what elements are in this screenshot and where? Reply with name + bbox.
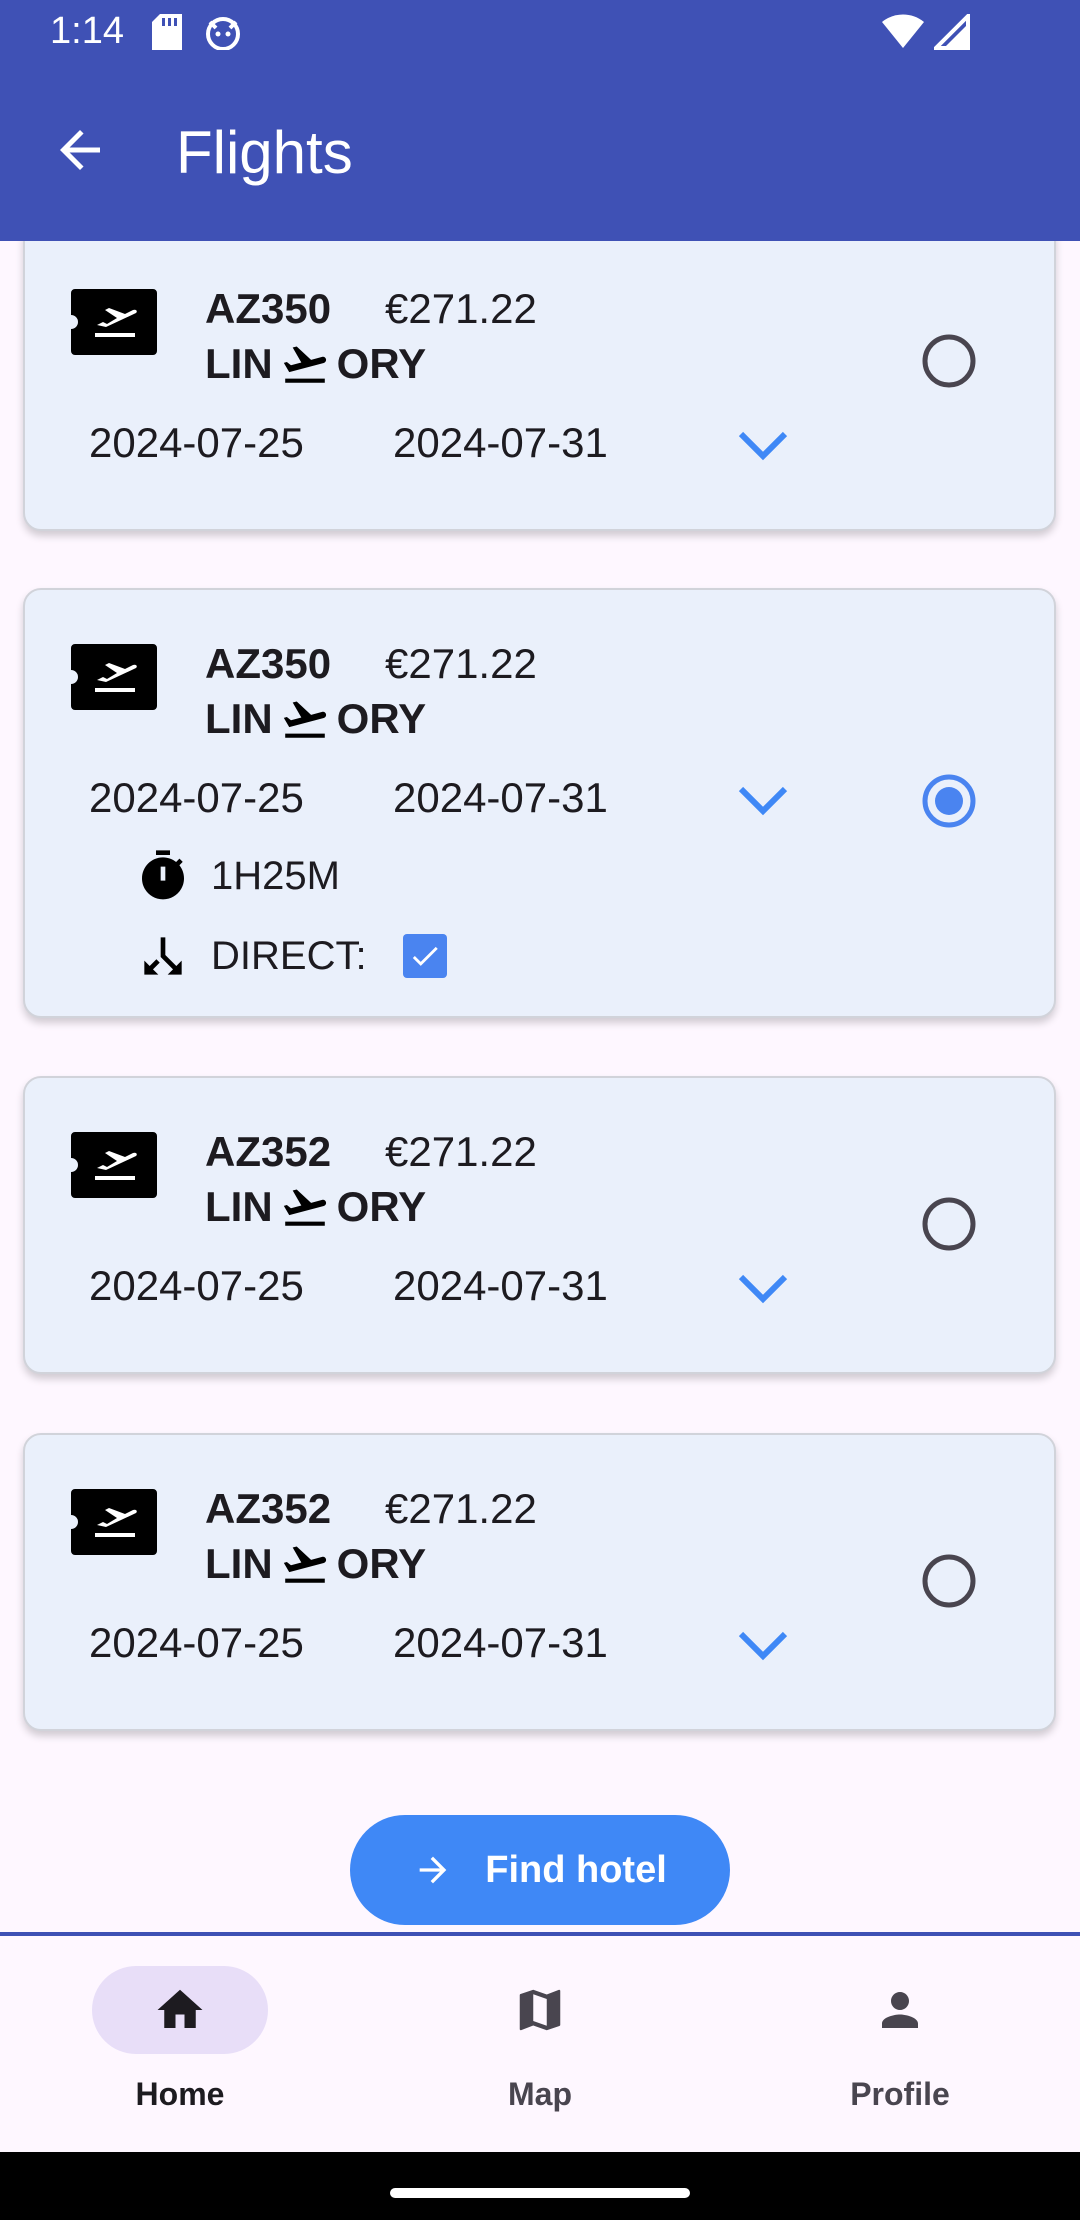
status-notification-icons bbox=[152, 14, 242, 50]
return-date: 2024-07-31 bbox=[393, 419, 608, 466]
merge-icon bbox=[144, 937, 182, 975]
flight-ticket-icon bbox=[71, 644, 157, 710]
direct-row: DIRECT: bbox=[133, 926, 447, 986]
page-title: Flights bbox=[176, 119, 353, 186]
select-radio[interactable] bbox=[921, 1553, 977, 1609]
find-hotel-label: Find hotel bbox=[485, 1848, 667, 1891]
nav-indicator bbox=[452, 1966, 628, 2054]
flight-list[interactable]: AZ350 €271.22 LIN ORY 2024-07-25 2024-07… bbox=[0, 241, 1080, 1761]
duration-row: 1H25M bbox=[133, 846, 340, 906]
nav-label-home: Home bbox=[135, 2076, 225, 2112]
flight-price: €271.22 bbox=[385, 1128, 537, 1175]
departure-date: 2024-07-25 bbox=[89, 1619, 304, 1666]
flight-takeoff-icon bbox=[283, 1546, 326, 1583]
timer-icon bbox=[142, 850, 184, 900]
destination-airport: ORY bbox=[336, 340, 427, 387]
flight-card[interactable]: AZ352 €271.22 LIN ORY 2024-07-25 2024-07… bbox=[23, 1076, 1056, 1374]
flight-code: AZ350 bbox=[205, 285, 332, 332]
flight-price: €271.22 bbox=[385, 640, 537, 687]
map-icon bbox=[519, 1989, 561, 2031]
flight-card[interactable]: AZ350 €271.22 LIN ORY 2024-07-25 2024-07… bbox=[23, 241, 1056, 531]
origin-airport: LIN bbox=[205, 1183, 273, 1230]
flight-card[interactable]: AZ352 €271.22 LIN ORY 2024-07-25 2024-07… bbox=[23, 1433, 1056, 1731]
flight-code: AZ352 bbox=[205, 1485, 332, 1532]
flight-duration: 1H25M bbox=[211, 853, 340, 898]
flight-route: LIN ORY bbox=[205, 1539, 426, 1589]
cat-face-icon bbox=[206, 17, 240, 50]
arrow-back-icon bbox=[60, 130, 100, 170]
flight-takeoff-icon bbox=[283, 1189, 326, 1226]
check-icon bbox=[412, 946, 438, 966]
status-time: 1:14 bbox=[50, 10, 124, 52]
back-button[interactable] bbox=[50, 120, 130, 190]
home-icon bbox=[157, 1989, 203, 2028]
app-bar: 1:14 Flights bbox=[0, 0, 1080, 241]
nav-indicator bbox=[92, 1966, 268, 2054]
gesture-handle[interactable] bbox=[390, 2188, 690, 2198]
flight-code: AZ352 bbox=[205, 1128, 332, 1175]
departure-date: 2024-07-25 bbox=[89, 774, 304, 821]
departure-date: 2024-07-25 bbox=[89, 1262, 304, 1309]
flight-takeoff-icon bbox=[283, 346, 326, 383]
flight-route: LIN ORY bbox=[205, 694, 426, 744]
expand-chevron-icon[interactable] bbox=[735, 1628, 791, 1664]
destination-airport: ORY bbox=[336, 695, 427, 742]
direct-label: DIRECT: bbox=[211, 933, 367, 978]
flight-price: €271.22 bbox=[385, 285, 537, 332]
destination-airport: ORY bbox=[336, 1540, 427, 1587]
flight-route: LIN ORY bbox=[205, 339, 426, 389]
select-radio[interactable] bbox=[921, 1196, 977, 1252]
direct-checkbox[interactable] bbox=[402, 934, 447, 978]
nav-label-profile: Profile bbox=[850, 2076, 950, 2112]
flight-price: €271.22 bbox=[385, 1485, 537, 1532]
flight-code: AZ350 bbox=[205, 640, 332, 687]
find-hotel-button[interactable]: Find hotel bbox=[350, 1815, 730, 1925]
return-date: 2024-07-31 bbox=[393, 1262, 608, 1309]
nav-indicator bbox=[812, 1966, 988, 2054]
arrow-forward-icon bbox=[419, 1856, 447, 1884]
nav-item-home[interactable]: Home bbox=[0, 1966, 360, 2136]
flight-route: LIN ORY bbox=[205, 1182, 426, 1232]
destination-airport: ORY bbox=[336, 1183, 427, 1230]
status-system-icons bbox=[882, 14, 970, 50]
select-radio-selected[interactable] bbox=[921, 773, 977, 829]
bottom-navigation: Home Map Profile bbox=[0, 1936, 1080, 2152]
nav-item-profile[interactable]: Profile bbox=[720, 1966, 1080, 2136]
person-icon bbox=[882, 1992, 918, 2028]
origin-airport: LIN bbox=[205, 340, 273, 387]
departure-date: 2024-07-25 bbox=[89, 419, 304, 466]
expand-chevron-icon[interactable] bbox=[735, 428, 791, 464]
flight-ticket-icon bbox=[71, 289, 157, 355]
nav-label-map: Map bbox=[508, 2076, 572, 2112]
origin-airport: LIN bbox=[205, 1540, 273, 1587]
return-date: 2024-07-31 bbox=[393, 774, 608, 821]
signal-icon bbox=[934, 14, 970, 50]
sd-card-icon bbox=[152, 14, 182, 50]
gesture-bar-area bbox=[0, 2152, 1080, 2220]
origin-airport: LIN bbox=[205, 695, 273, 742]
expand-chevron-icon[interactable] bbox=[735, 783, 791, 819]
wifi-icon bbox=[882, 14, 924, 48]
nav-item-map[interactable]: Map bbox=[360, 1966, 720, 2136]
expand-chevron-icon[interactable] bbox=[735, 1271, 791, 1307]
select-radio[interactable] bbox=[921, 333, 977, 389]
flight-card[interactable]: AZ350 €271.22 LIN ORY 2024-07-25 2024-07… bbox=[23, 588, 1056, 1018]
flight-takeoff-icon bbox=[283, 701, 326, 738]
flight-ticket-icon bbox=[71, 1132, 157, 1198]
return-date: 2024-07-31 bbox=[393, 1619, 608, 1666]
flight-ticket-icon bbox=[71, 1489, 157, 1555]
